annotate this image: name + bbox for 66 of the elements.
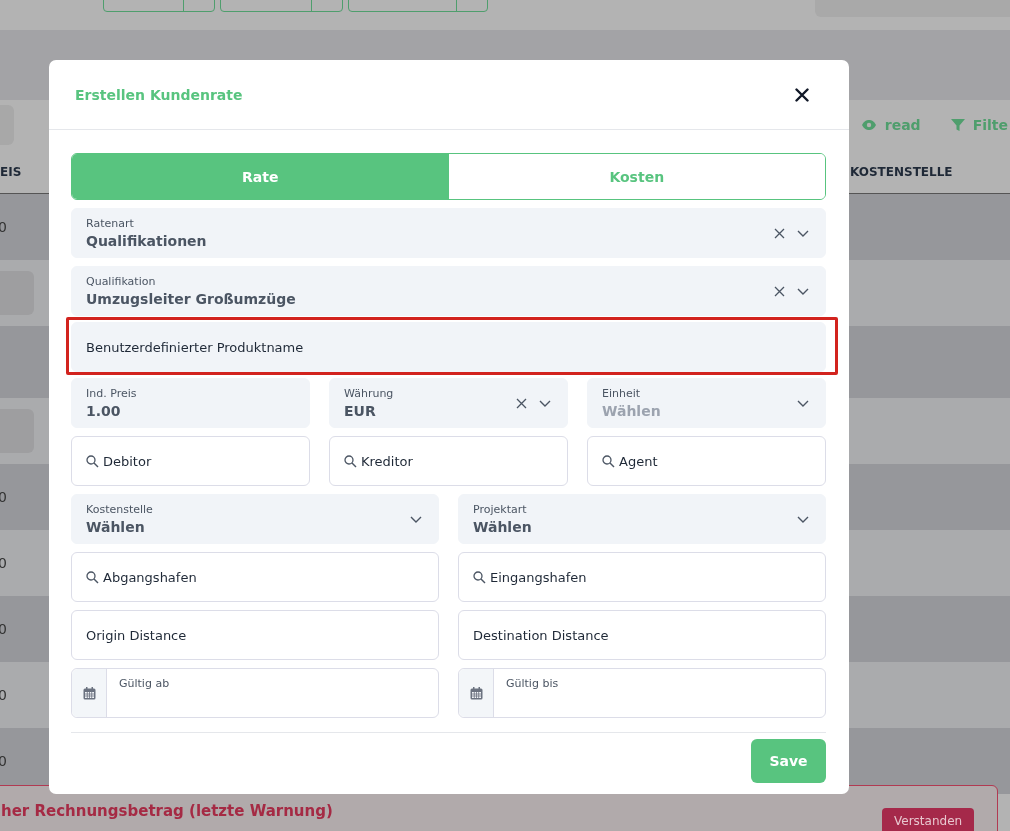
dialog-title: Erstellen Kundenrate [75,86,243,103]
field-placeholder: Wählen [602,403,662,419]
understood-button[interactable]: Verstanden [882,808,975,831]
field-placeholder: Kreditor [361,453,413,469]
clear-icon[interactable] [774,227,785,239]
select-field[interactable]: Projektart Wählen [458,494,826,544]
warning-title: her Rechnungsbetrag (letzte Warnung) [1,802,333,820]
field-placeholder: Destination Distance [473,627,609,643]
filter-icon [950,118,965,132]
field-label: Projektart [473,503,528,516]
field-placeholder: Agent [619,453,658,469]
chevron-down-icon[interactable] [410,515,422,523]
field-value: Qualifikationen [86,233,208,249]
field-value: Wählen [473,519,533,535]
field-label: Gültig bis [506,677,559,690]
field-placeholder: Abgangshafen [103,569,197,585]
chevron-down-icon[interactable] [539,399,551,407]
chevron-down-icon[interactable] [797,515,809,523]
clear-icon[interactable] [774,285,785,297]
column-header: EIS [0,164,22,179]
search-field[interactable]: Debitor [71,436,310,486]
text-field[interactable]: Origin Distance [71,610,439,660]
close-icon [795,87,809,102]
search-field[interactable]: Eingangshafen [458,552,826,602]
field-label: Einheit [602,387,642,400]
clear-icon[interactable] [516,397,527,409]
calendar-icon [82,686,96,700]
search-icon [344,454,357,468]
search-icon [86,454,99,468]
field-value: EUR [344,403,377,419]
select-field[interactable]: Währung EUR [329,378,568,428]
search-field[interactable]: Kreditor [329,436,568,486]
chevron-down-icon[interactable] [797,229,809,237]
field-label: Ind. Preis [86,387,138,400]
field-placeholder: Debitor [103,453,152,469]
date-field[interactable]: Gültig ab [71,668,439,718]
select-field[interactable]: Qualifikation Umzugsleiter Großumzüge [71,266,826,316]
field-label: Qualifikation [86,275,157,288]
select-field[interactable]: Ratenart Qualifikationen [71,208,826,258]
search-field[interactable]: Abgangshafen [71,552,439,602]
field-label: Gültig ab [119,677,170,690]
text-field[interactable]: Destination Distance [458,610,826,660]
search-icon [86,570,99,584]
field-label: Währung [344,387,395,400]
field-placeholder: Eingangshafen [490,569,587,585]
field-value: Umzugsleiter Großumzüge [86,291,297,307]
chevron-down-icon[interactable] [797,287,809,295]
date-field[interactable]: Gültig bis [458,668,826,718]
eye-icon [860,119,877,131]
calendar-icon [469,686,483,700]
select-field[interactable]: Kostenstelle Wählen [71,494,439,544]
close-button[interactable] [793,85,811,104]
field-label: Kostenstelle [86,503,154,516]
input-field[interactable]: Ind. Preis 1.00 [71,378,310,428]
search-field[interactable]: Agent [587,436,826,486]
field-placeholder: Benutzerdefinierter Produktname [86,339,304,355]
field-placeholder: Origin Distance [86,627,187,643]
field-value: 1.00 [86,403,122,419]
select-field[interactable]: Einheit Wählen [587,378,826,428]
field-label: Ratenart [86,217,135,230]
field-value: Wählen [86,519,146,535]
search-icon [473,570,486,584]
column-header: KOSTENSTELLE [850,164,954,179]
text-field[interactable]: Benutzerdefinierter Produktname [71,322,826,372]
search-icon [602,454,615,468]
chevron-down-icon[interactable] [797,399,809,407]
